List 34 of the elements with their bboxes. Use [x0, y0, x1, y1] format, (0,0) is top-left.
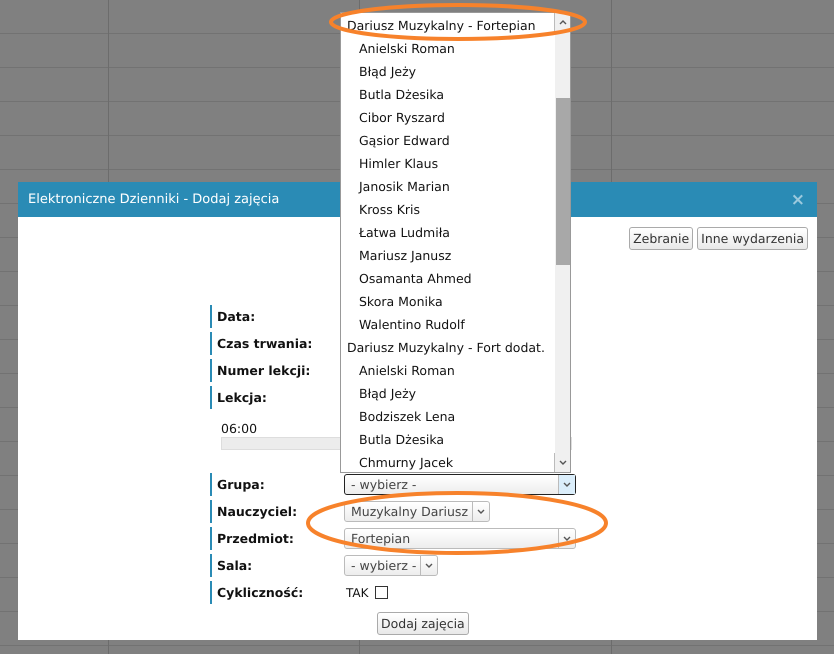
option-group-label: Dariusz Muzykalny - Fort dodat. — [347, 340, 545, 356]
time-label: 06:00 — [221, 421, 258, 436]
dropdown-option[interactable]: Gąsior Edward — [359, 133, 450, 148]
dropdown-option[interactable]: Chmurny Jacek — [359, 455, 454, 470]
dropdown-option[interactable]: Bodziszek Lena — [359, 409, 456, 424]
dropdown-option[interactable]: Butla Dżesika — [359, 87, 444, 102]
dropdown-option[interactable]: Skora Monika — [359, 294, 443, 310]
field-label: Cykliczność: — [210, 581, 344, 604]
dropdown-option[interactable]: Błąd Jeży — [359, 64, 416, 80]
event-button[interactable]: Zebranie — [629, 227, 694, 250]
dropdown-option[interactable]: Łatwa Ludmiła — [359, 225, 450, 240]
chevron-icon — [558, 475, 575, 494]
select-field[interactable]: Muzykalny Dariusz — [344, 501, 490, 522]
dropdown-option[interactable]: Mariusz Janusz — [359, 248, 452, 264]
dropdown-option[interactable]: Butla Dżesika — [359, 432, 444, 448]
select-field[interactable]: Fortepian — [344, 528, 576, 549]
dropdown-option[interactable]: Błąd Jeży — [359, 386, 416, 402]
add-lesson-button[interactable]: Dodaj zajęcia — [377, 612, 469, 635]
checkbox[interactable] — [375, 586, 388, 599]
option-group-label: Dariusz Muzykalny - Fortepian — [347, 18, 536, 34]
scrollbar[interactable] — [555, 13, 570, 472]
dropdown-option[interactable]: Anielski Roman — [359, 41, 455, 56]
dropdown-option[interactable]: Anielski Roman — [359, 363, 455, 378]
select-field[interactable]: - wybierz - — [344, 555, 438, 576]
dropdown-option[interactable]: Kross Kris — [359, 202, 420, 218]
checkbox-label: TAK — [346, 586, 368, 600]
dropdown-option[interactable]: Osamanta Ahmed — [359, 271, 472, 286]
dropdown-option[interactable]: Cibor Ryszard — [359, 110, 445, 126]
dialog-title: Elektroniczne Dzienniki - Dodaj zajęcia — [28, 192, 280, 207]
dropdown-option[interactable]: Himler Klaus — [359, 156, 438, 172]
dropdown-option[interactable]: Walentino Rudolf — [359, 317, 465, 332]
event-button[interactable]: Inne wydarzenia — [697, 227, 808, 250]
dropdown-option[interactable]: Janosik Marian — [359, 179, 450, 194]
select-field[interactable]: - wybierz - — [344, 474, 576, 495]
